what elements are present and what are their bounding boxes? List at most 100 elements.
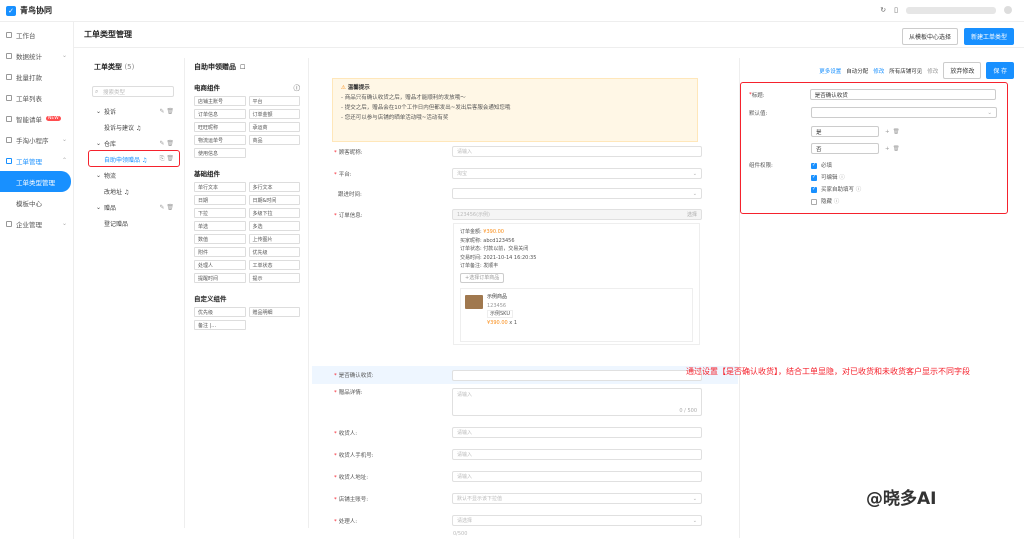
edit-square-icon[interactable]: ☐ bbox=[240, 64, 245, 71]
from-template-button[interactable]: 从模板中心选择 bbox=[901, 28, 958, 45]
basic-component-chip[interactable]: 数值 bbox=[194, 234, 246, 244]
basic-component-chip[interactable]: 多选 bbox=[248, 221, 300, 231]
ecom-component-chip[interactable]: 订单金额 bbox=[248, 109, 300, 119]
types-search-input[interactable]: 搜索类型 bbox=[92, 86, 174, 97]
custom-components-title: 自定义组件 bbox=[194, 295, 227, 303]
ecom-component-chip[interactable]: 使用信息 bbox=[194, 148, 246, 158]
receiver-input[interactable]: 请输入 bbox=[452, 427, 702, 438]
chevron-down-icon: ⌄ bbox=[692, 190, 697, 197]
option-no-input[interactable]: 否 bbox=[811, 143, 879, 154]
sidebar-item-smart[interactable]: 智能请单 NEW bbox=[0, 108, 73, 129]
basic-component-chip[interactable]: 优先级 bbox=[248, 247, 300, 257]
basic-component-chip[interactable]: 单选 bbox=[194, 221, 246, 231]
edit-delete-icons[interactable]: ✎ 🗑 bbox=[159, 204, 174, 211]
receiver-phone-input[interactable]: 请输入 bbox=[452, 449, 702, 460]
tree-item-complaint-suggest[interactable]: 投诉与建议 ♫ bbox=[84, 119, 182, 135]
auto-assign-modify-link[interactable]: 修改 bbox=[873, 67, 884, 75]
sidebar-item-ticket-manage[interactable]: 工单管理 ⌃ bbox=[0, 150, 73, 171]
more-settings-link[interactable]: 更多设置 bbox=[819, 67, 841, 75]
perm-hidden-checkbox[interactable]: 隐藏 ⓘ bbox=[811, 197, 839, 205]
form-row-confirm-receipt[interactable]: * 是否确认收货: bbox=[312, 366, 738, 384]
order-select-link[interactable]: 选择 bbox=[687, 211, 697, 218]
tree-group-complaint[interactable]: ⌄ 投诉 ✎ 🗑 bbox=[84, 103, 182, 119]
basic-component-chip[interactable]: 日期&时间 bbox=[248, 195, 300, 205]
basic-component-chip[interactable]: 单行文本 bbox=[194, 182, 246, 192]
sidebar-item-ticket-list[interactable]: 工单列表 bbox=[0, 87, 73, 108]
help-icon[interactable]: ⓘ bbox=[856, 187, 862, 193]
new-ticket-type-button[interactable]: 新建工单类型 bbox=[963, 28, 1014, 45]
order-input[interactable]: 123456(示例) 选择 bbox=[452, 209, 702, 220]
ecom-component-chip[interactable]: 承运商 bbox=[248, 122, 300, 132]
tree-group-warehouse[interactable]: ⌄ 仓库 ✎ 🗑 bbox=[84, 135, 182, 151]
ecom-component-chip[interactable]: 订单信息 bbox=[194, 109, 246, 119]
sidebar-item-enterprise[interactable]: 企业管理 ⌄ bbox=[0, 213, 73, 234]
followup-time-select[interactable]: ⌄ bbox=[452, 188, 702, 199]
basic-component-chip[interactable]: 处理人 bbox=[194, 260, 246, 270]
basic-component-chip[interactable]: 提示 bbox=[248, 273, 300, 283]
save-button[interactable]: 保 存 bbox=[986, 62, 1014, 79]
refresh-icon[interactable]: ↻ bbox=[880, 6, 886, 14]
new-badge: NEW bbox=[46, 116, 61, 121]
option-yes-input[interactable]: 是 bbox=[811, 126, 879, 137]
handler-select[interactable]: 请选择 ⌄ bbox=[452, 515, 702, 526]
perm-buyer-fill-checkbox[interactable]: 买家自助填写 ⓘ bbox=[811, 185, 861, 193]
app-logo[interactable]: ✓ 青鸟协同 bbox=[6, 5, 52, 16]
tree-item-change-address[interactable]: 改地址 ♫ bbox=[84, 183, 182, 199]
sidebar-item-miniapp[interactable]: 手淘小程序 ⌄ bbox=[0, 129, 73, 150]
edit-delete-icons[interactable]: ✎ 🗑 bbox=[159, 140, 174, 147]
prop-default-select[interactable]: ⌄ bbox=[811, 107, 997, 118]
basic-component-chip[interactable]: 多行文本 bbox=[248, 182, 300, 192]
sidebar-item-batch-pay[interactable]: 批量打款 bbox=[0, 66, 73, 87]
nickname-input[interactable]: 请输入 bbox=[452, 146, 702, 157]
receiver-address-input[interactable]: 请输入 bbox=[452, 471, 702, 482]
custom-component-chip[interactable]: 备注 |... bbox=[194, 320, 246, 330]
gift-detail-textarea[interactable]: 请输入 0 / 500 bbox=[452, 388, 702, 416]
basic-component-chip[interactable]: 多级下拉 bbox=[248, 208, 300, 218]
ticket-types-panel: 工单类型 (5) 搜索类型 ⌄投诉✎ 🗑 投诉与建议 ♫ ⌄仓库✎ 🗑 自助申领… bbox=[84, 58, 182, 528]
visibility-label: 所有店铺可见 bbox=[889, 68, 923, 75]
discard-changes-button[interactable]: 放弃修改 bbox=[943, 62, 982, 79]
user-info[interactable] bbox=[906, 6, 996, 14]
perm-editable-checkbox[interactable]: 可编辑 ⓘ bbox=[811, 173, 845, 181]
custom-component-chip[interactable]: 优先级 bbox=[194, 307, 246, 317]
caret-down-icon: ⌄ bbox=[96, 171, 102, 179]
add-option-icon[interactable]: + bbox=[885, 146, 890, 152]
select-order-goods-button[interactable]: +选择订单商品 bbox=[460, 272, 505, 283]
visibility-modify-link[interactable]: 修改 bbox=[927, 67, 938, 75]
ecom-component-grid: 店铺主账号 平台 订单信息 订单金额 旺旺昵称 承运商 物流运单号 商品 使用信息 bbox=[188, 96, 306, 158]
sidebar-item-stats[interactable]: 数据统计 ⌄ bbox=[0, 45, 73, 66]
basic-component-chip[interactable]: 提醒时间 bbox=[194, 273, 246, 283]
basic-component-chip[interactable]: 附件 bbox=[194, 247, 246, 257]
user-avatar[interactable] bbox=[1004, 6, 1012, 14]
confirm-receipt-input[interactable] bbox=[452, 369, 702, 381]
basic-component-chip[interactable]: 工单状态 bbox=[248, 260, 300, 270]
platform-select[interactable]: 淘宝 ⌄ bbox=[452, 168, 702, 179]
ecom-component-chip[interactable]: 旺旺昵称 bbox=[194, 122, 246, 132]
sidebar-item-template[interactable]: 模板中心 bbox=[0, 192, 73, 213]
sidebar-item-workbench[interactable]: 工作台 bbox=[0, 24, 73, 45]
delete-option-icon[interactable]: 🗑 bbox=[893, 129, 900, 135]
custom-component-chip[interactable]: 赠品明细 bbox=[248, 307, 300, 317]
shop-account-select[interactable]: 默认不显示该下拉值 ⌄ bbox=[452, 493, 702, 504]
basic-component-chip[interactable]: 下拉 bbox=[194, 208, 246, 218]
prop-title-input[interactable]: 是否确认收货 bbox=[809, 89, 996, 100]
perm-required-checkbox[interactable]: 必填 bbox=[811, 161, 832, 169]
help-icon[interactable]: ⓘ bbox=[839, 175, 845, 181]
tree-group-logistics[interactable]: ⌄ 物流 bbox=[84, 167, 182, 183]
ecom-component-chip[interactable]: 物流运单号 bbox=[194, 135, 246, 145]
ecom-component-chip[interactable]: 店铺主账号 bbox=[194, 96, 246, 106]
info-icon[interactable]: ⓘ bbox=[294, 82, 301, 92]
tree-item-register-gift[interactable]: 登记赠品 bbox=[84, 215, 182, 231]
sidebar-item-ticket-type[interactable]: 工单类型管理 bbox=[0, 171, 71, 192]
chevron-down-icon: ⌄ bbox=[692, 170, 697, 177]
edit-delete-icons[interactable]: ✎ 🗑 bbox=[159, 108, 174, 115]
ecom-component-chip[interactable]: 平台 bbox=[248, 96, 300, 106]
help-icon[interactable]: ⓘ bbox=[834, 199, 840, 205]
ecom-component-chip[interactable]: 商品 bbox=[248, 135, 300, 145]
delete-option-icon[interactable]: 🗑 bbox=[893, 146, 900, 152]
add-option-icon[interactable]: + bbox=[885, 129, 890, 135]
basic-component-chip[interactable]: 日期 bbox=[194, 195, 246, 205]
tree-group-gift[interactable]: ⌄ 赠品 ✎ 🗑 bbox=[84, 199, 182, 215]
doc-icon[interactable]: ▯ bbox=[894, 6, 898, 14]
basic-component-chip[interactable]: 上传图片 bbox=[248, 234, 300, 244]
